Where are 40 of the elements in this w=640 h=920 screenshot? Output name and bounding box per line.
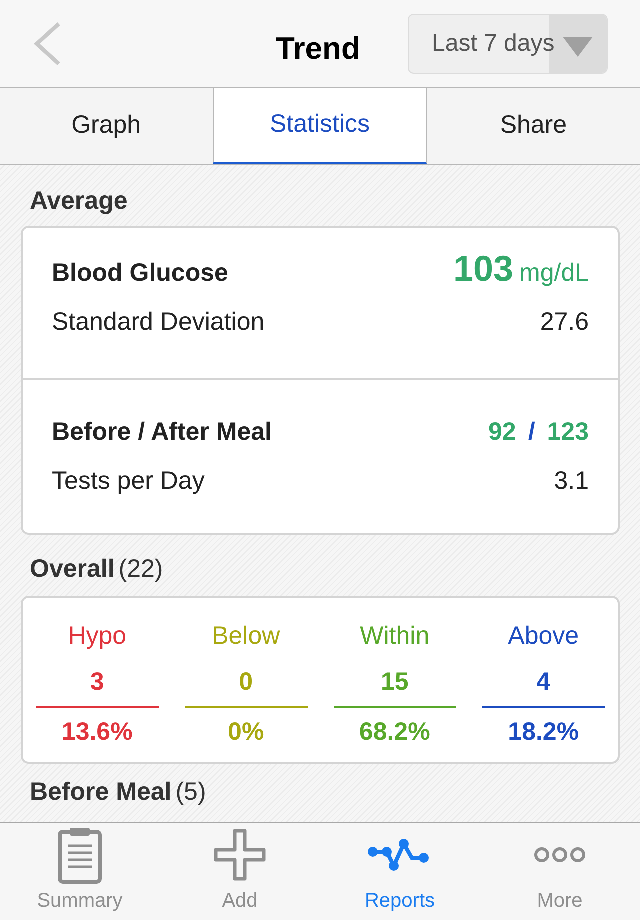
range-label: Above (508, 620, 580, 652)
range-count: 4 (536, 666, 551, 698)
section-heading: Before Meal (30, 780, 172, 804)
metric-value: 123 (547, 416, 589, 448)
range-count: 3 (90, 666, 104, 698)
range-label: Hypo (68, 620, 127, 652)
count-label: (5) (176, 780, 206, 804)
clipboard-icon (57, 826, 103, 884)
unit-label: mg/dL (520, 258, 589, 288)
range-count: 0 (239, 666, 254, 698)
metric-value: 103 (453, 250, 514, 286)
screen-title: Trend (276, 30, 360, 68)
range-count: 15 (380, 666, 409, 698)
tab-bar-item[interactable]: Reports (320, 823, 480, 920)
range-dropdown[interactable]: Last 7 days (408, 14, 608, 74)
more-icon (533, 846, 587, 864)
segment-tab[interactable]: Graph (0, 88, 213, 164)
metric-label: Standard Deviation (52, 307, 265, 338)
range-percent: 18.2% (508, 716, 580, 748)
metric-value: 92 (488, 416, 516, 448)
separator-text: / (528, 416, 536, 448)
range-percent: 13.6% (62, 716, 133, 748)
caret-icon (563, 37, 593, 57)
metric-label: Blood Glucose (52, 258, 228, 288)
range-percent: 0% (228, 716, 264, 748)
back-icon[interactable] (32, 22, 62, 66)
segment-tab[interactable]: Statistics (212, 88, 428, 164)
metric-label: Tests per Day (52, 466, 205, 497)
segment-tab[interactable]: Share (427, 88, 640, 164)
section-heading: Average (30, 189, 129, 214)
section-heading: Overall (30, 556, 115, 582)
metric-value: 27.6 (540, 307, 589, 338)
plus-icon (213, 828, 267, 882)
line-chart-icon (368, 838, 432, 872)
metric-value: 3.1 (554, 466, 589, 497)
count-label: (22) (118, 556, 164, 582)
range-percent: 68.2% (359, 716, 430, 748)
range-label: Within (360, 620, 430, 652)
metric-label: Before / After Meal (52, 416, 272, 448)
range-label: Below (212, 620, 280, 652)
